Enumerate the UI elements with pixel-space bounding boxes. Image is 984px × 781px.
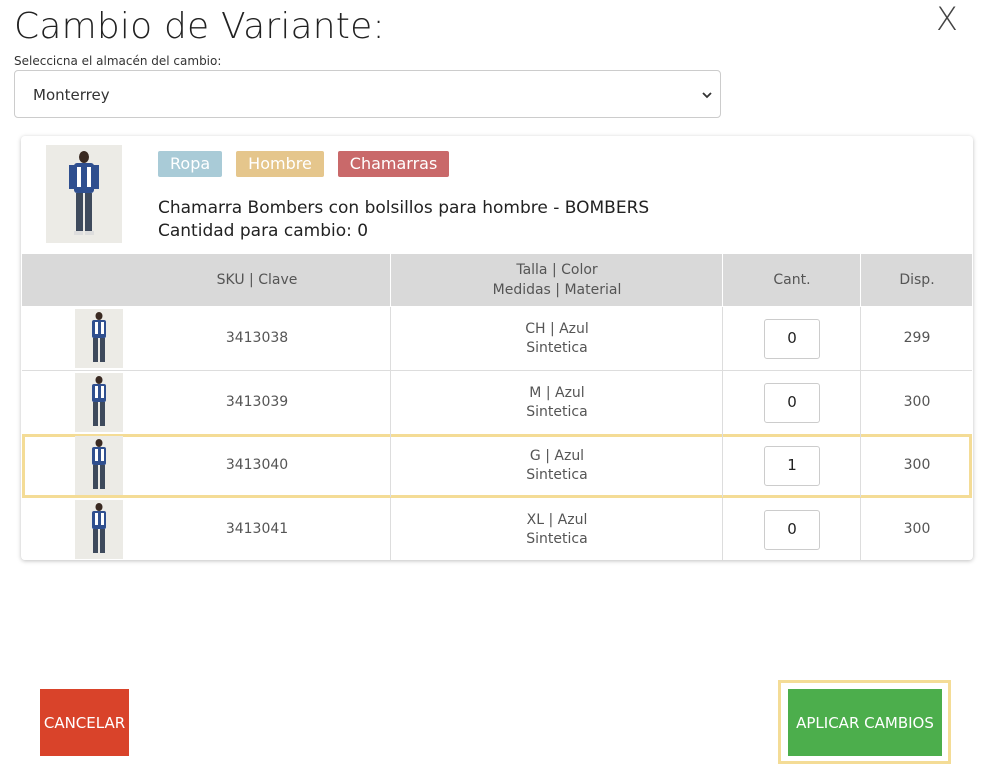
variant-thumbnail xyxy=(75,309,123,368)
product-name: Chamarra Bombers con bolsillos para homb… xyxy=(158,198,650,218)
exchange-quantity: Cantidad para cambio: 0 xyxy=(158,221,369,241)
qty-cell: 0 xyxy=(722,371,861,434)
variant-thumbnail xyxy=(75,500,123,559)
header-sku: SKU | Clave xyxy=(216,272,298,288)
available-cell: 300 xyxy=(860,498,973,560)
material: Sintetica xyxy=(526,466,588,483)
warehouse-selected-value: Monterrey xyxy=(33,86,110,104)
header-attributes-line1: Talla | Color xyxy=(516,262,598,278)
table-row[interactable]: 3413038 CH | Azul Sintetica 0 299 xyxy=(22,307,972,371)
quantity-input[interactable]: 1 xyxy=(764,445,820,486)
product-image xyxy=(46,145,122,243)
available-cell: 299 xyxy=(860,307,973,370)
qty-cell: 1 xyxy=(722,434,861,497)
size-color: CH | Azul xyxy=(525,320,589,337)
sku-cell: 3413039 xyxy=(225,394,289,410)
sku-cell: 3413038 xyxy=(225,330,289,346)
variant-thumbnail xyxy=(75,373,123,432)
sku-cell: 3413040 xyxy=(225,457,289,473)
tag-ropa: Ropa xyxy=(158,151,223,177)
material: Sintetica xyxy=(526,339,588,356)
table-row[interactable]: 3413039 M | Azul Sintetica 0 300 xyxy=(22,371,972,435)
qty-cell: 0 xyxy=(722,498,861,560)
header-available: Disp. xyxy=(860,254,973,306)
warehouse-select[interactable]: Monterrey xyxy=(14,70,721,118)
close-icon[interactable]: X xyxy=(936,0,958,38)
table-header: SKU | Clave Talla | Color Medidas | Mate… xyxy=(22,254,972,306)
table-row-selected[interactable]: 3413040 G | Azul Sintetica 1 300 xyxy=(22,434,972,498)
available-cell: 300 xyxy=(860,434,973,497)
attributes-cell: CH | Azul Sintetica xyxy=(390,307,723,370)
material: Sintetica xyxy=(526,530,588,547)
category-tags: Ropa Hombre Chamarras xyxy=(158,151,450,177)
quantity-input[interactable]: 0 xyxy=(764,382,820,423)
variant-thumbnail xyxy=(75,436,123,495)
tag-hombre: Hombre xyxy=(236,151,324,177)
material: Sintetica xyxy=(526,403,588,420)
cancel-button[interactable]: CANCELAR xyxy=(40,689,129,756)
header-attributes-line2: Medidas | Material xyxy=(492,282,622,298)
header-attributes: Talla | Color Medidas | Material xyxy=(390,254,723,306)
chevron-down-icon xyxy=(702,92,712,99)
header-qty: Cant. xyxy=(722,254,861,306)
attributes-cell: M | Azul Sintetica xyxy=(390,371,723,434)
dialog-title: Cambio de Variante: xyxy=(14,6,385,47)
size-color: G | Azul xyxy=(529,447,585,464)
warehouse-label: Seleccicna el almacén del cambio: xyxy=(14,54,222,68)
quantity-input[interactable]: 0 xyxy=(764,509,820,550)
tag-chamarras: Chamarras xyxy=(337,151,450,177)
attributes-cell: G | Azul Sintetica xyxy=(390,434,723,497)
table-row[interactable]: 3413041 XL | Azul Sintetica 0 300 xyxy=(22,498,972,560)
quantity-input[interactable]: 0 xyxy=(764,318,820,359)
size-color: M | Azul xyxy=(529,384,585,401)
attributes-cell: XL | Azul Sintetica xyxy=(390,498,723,560)
qty-cell: 0 xyxy=(722,307,861,370)
size-color: XL | Azul xyxy=(526,511,588,528)
product-card: Ropa Hombre Chamarras Chamarra Bombers c… xyxy=(21,136,973,560)
sku-cell: 3413041 xyxy=(225,521,289,537)
available-cell: 300 xyxy=(860,371,973,434)
apply-changes-button[interactable]: APLICAR CAMBIOS xyxy=(788,689,942,756)
